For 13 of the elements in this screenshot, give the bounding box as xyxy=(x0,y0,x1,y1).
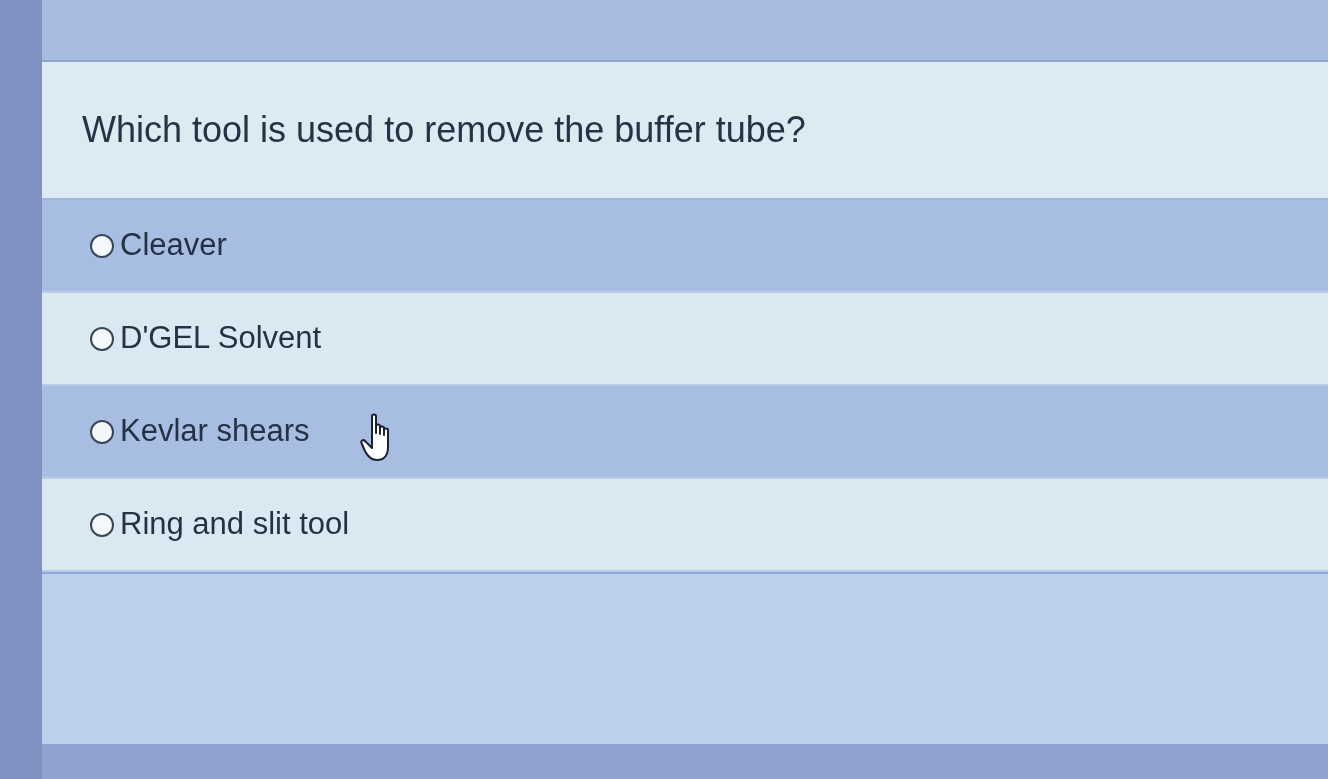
radio-button[interactable] xyxy=(90,326,114,351)
option-row[interactable]: Ring and slit tool xyxy=(42,479,1328,572)
option-row[interactable]: Kevlar shears xyxy=(42,386,1328,479)
option-label[interactable]: Cleaver xyxy=(120,222,227,269)
radio-button[interactable] xyxy=(90,512,114,537)
option-row[interactable]: D'GEL Solvent xyxy=(42,293,1328,386)
radio-button[interactable] xyxy=(90,233,114,258)
question-text: Which tool is used to remove the buffer tube? xyxy=(82,108,806,152)
option-label[interactable]: Ring and slit tool xyxy=(120,501,350,548)
option-label[interactable]: D'GEL Solvent xyxy=(120,315,322,362)
option-row[interactable]: Cleaver xyxy=(42,200,1328,293)
radio-button[interactable] xyxy=(90,419,114,444)
option-label[interactable]: Kevlar shears xyxy=(120,408,310,455)
